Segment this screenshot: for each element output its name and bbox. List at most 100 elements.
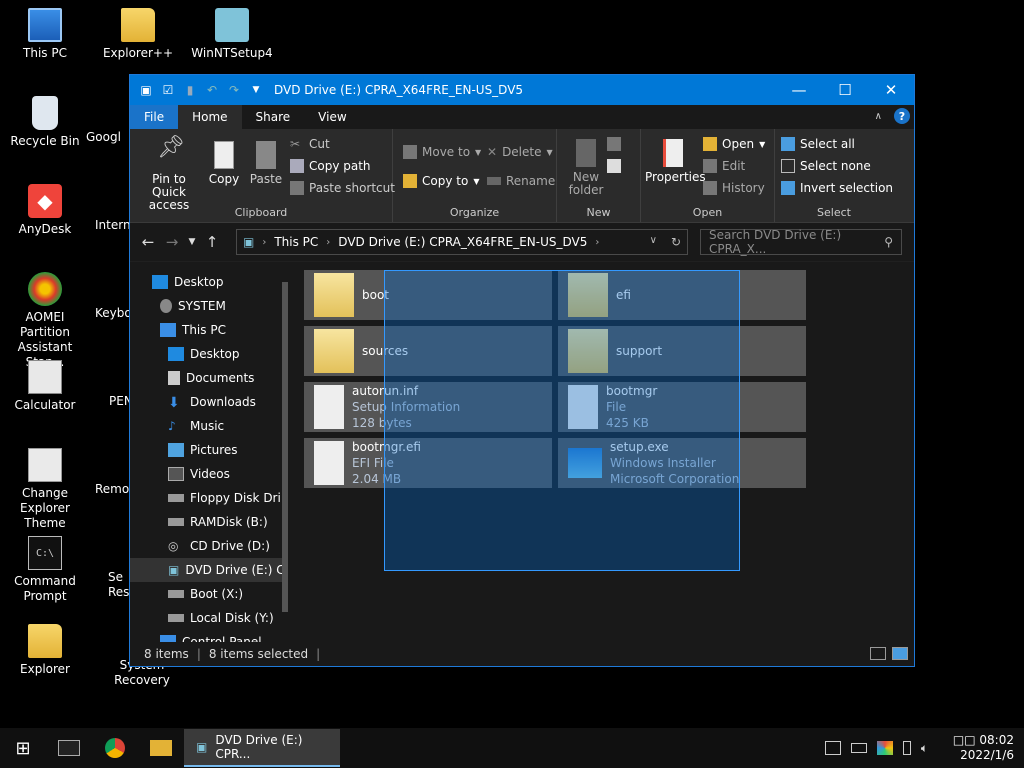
paste-button[interactable]: Paste [248,141,284,186]
copy-path-button[interactable]: Copy path [290,159,371,173]
recent-locations-button[interactable]: ▼ [184,237,200,247]
nav-item-desktop-sub[interactable]: Desktop [130,342,282,366]
desktop-icon-this-pc[interactable]: This PC [0,8,90,61]
nav-item-dvd-drive[interactable]: ▣ DVD Drive (E:) C [130,558,285,582]
desktop-icon-explorerpp[interactable]: Explorer++ [93,8,183,61]
nav-item-documents[interactable]: Documents [130,366,282,390]
usb-icon[interactable] [902,741,911,755]
invert-selection-button[interactable]: Invert selection [781,181,893,195]
file-tile[interactable]: setup.exe Windows Installer Microsoft Co… [558,438,806,488]
up-button[interactable]: ↑ [200,233,224,251]
maximize-button[interactable]: ☐ [822,75,868,105]
nav-item-floppy[interactable]: Floppy Disk Dri [130,486,282,510]
nav-item-pictures[interactable]: Pictures [130,438,282,462]
chrome-icon[interactable] [92,728,138,768]
help-icon[interactable]: ? [894,108,910,124]
chevron-down-icon[interactable]: ∨ [650,235,657,249]
chevron-down-icon: ▼ [473,176,480,186]
desktop-icon-keyboard[interactable]: Keybo [95,306,132,321]
copy-to-button[interactable]: Copy to ▼ [403,174,479,188]
properties-icon[interactable]: ☑ [160,82,176,98]
taskbar-item-explorer[interactable]: ▣ DVD Drive (E:) CPR... [184,729,340,767]
tab-share[interactable]: Share [242,105,305,129]
drive-icon: ▣ [243,235,255,249]
close-button[interactable]: ✕ [868,75,914,105]
file-tile[interactable]: bootmgr.efi EFI File 2.04 MB [304,438,552,488]
tiles-view-icon[interactable] [892,647,908,660]
desktop-icon-aomei[interactable]: AOMEI Partition Assistant Stan... [0,272,90,370]
back-button[interactable]: ← [136,233,160,251]
desktop-icon-command-prompt[interactable]: C:\ Command Prompt [0,536,90,604]
move-to-button[interactable]: Move to ▼ [403,145,481,159]
delete-button[interactable]: ✕ Delete ▼ [487,145,553,159]
new-item-button[interactable] [607,137,621,151]
paste-shortcut-button[interactable]: Paste shortcut [290,181,395,195]
desktop-icon-calculator[interactable]: Calculator [0,360,90,413]
desktop-icon-recycle-bin[interactable]: Recycle Bin [0,96,90,149]
nav-item-local-disk[interactable]: Local Disk (Y:) [130,606,282,630]
terminal-icon[interactable] [46,728,92,768]
cut-button[interactable]: ✂ Cut [290,137,330,151]
copy-button[interactable]: Copy [206,141,242,186]
tab-file[interactable]: File [130,105,179,129]
chevron-down-icon[interactable]: ▼ [248,82,264,98]
file-size: 128 bytes [352,416,412,430]
title-bar[interactable]: ▣ ☑ ▮ ↶ ↷ ▼ DVD Drive (E:) CPRA_X64FRE_E… [130,75,914,105]
breadcrumb-drive[interactable]: DVD Drive (E:) CPRA_X64FRE_EN-US_DV5 [338,235,587,249]
keyboard-icon[interactable] [850,743,867,753]
file-tile[interactable]: boot [304,270,552,320]
pin-quick-access-button[interactable]: 📌︎ Pin to Quick access [136,137,202,212]
collapse-ribbon-icon[interactable]: ∧ [875,111,882,122]
tab-view[interactable]: View [304,105,360,129]
forward-button[interactable]: → [160,233,184,251]
details-view-icon[interactable] [870,647,886,660]
desktop-icon-change-theme[interactable]: Change Explorer Theme [0,448,90,531]
edit-button[interactable]: Edit [703,159,745,173]
file-tile[interactable]: autorun.inf Setup Information 128 bytes [304,382,552,432]
select-none-button[interactable]: Select none [781,159,871,173]
file-tile[interactable]: bootmgr File 425 KB [558,382,806,432]
color-icon[interactable] [876,741,893,755]
new-folder-icon[interactable]: ▮ [182,82,198,98]
tab-home[interactable]: Home [178,105,242,129]
clock[interactable]: □□ 08:02 2022/1/6 [953,733,1014,763]
address-bar[interactable]: ▣ › This PC › DVD Drive (E:) CPRA_X64FRE… [236,229,688,255]
nav-item-cd-drive[interactable]: ◎ CD Drive (D:) [130,534,282,558]
undo-icon[interactable]: ↶ [204,82,220,98]
folder-icon[interactable] [138,728,184,768]
nav-item-downloads[interactable]: ⬇ Downloads [130,390,282,414]
selection-count: 8 items selected [208,647,309,661]
file-tile[interactable]: sources [304,326,552,376]
minimize-button[interactable]: — [776,75,822,105]
speaker-muted-icon[interactable]: 🔈︎ [921,741,937,755]
start-button[interactable]: ⊞ [0,728,46,768]
breadcrumb-this-pc[interactable]: This PC [274,235,318,249]
desktop-icon-internet[interactable]: Interne [95,218,138,233]
nav-item-ramdisk[interactable]: RAMDisk (B:) [130,510,282,534]
new-folder-button[interactable]: New folder [563,139,609,197]
desktop-icon-anydesk[interactable]: ◆ AnyDesk [0,184,90,237]
desktop-icon-remote[interactable]: Remot [95,482,134,497]
search-input[interactable]: Search DVD Drive (E:) CPRA_X... ⚲ [700,228,902,256]
calculator-icon [28,360,62,394]
easy-access-button[interactable] [607,159,621,173]
desktop-icon-explorer[interactable]: Explorer [0,624,90,677]
nav-item-music[interactable]: ♪ Music [130,414,282,438]
nav-item-boot[interactable]: Boot (X:) [130,582,282,606]
nav-item-system[interactable]: SYSTEM [130,294,282,318]
history-button[interactable]: History [703,181,765,195]
open-button[interactable]: Open ▼ [703,137,765,151]
properties-button[interactable]: Properties [645,139,706,184]
desktop-icon-winntsetup[interactable]: WinNTSetup4 [187,8,277,61]
network-icon[interactable] [824,741,841,755]
file-tile[interactable]: support [558,326,806,376]
desktop-icon-google[interactable]: Googl [86,130,130,145]
file-tile[interactable]: efi [558,270,806,320]
select-all-button[interactable]: Select all [781,137,855,151]
refresh-icon[interactable]: ↻ [671,235,681,249]
nav-item-desktop[interactable]: Desktop [130,270,282,294]
nav-item-videos[interactable]: Videos [130,462,282,486]
redo-icon[interactable]: ↷ [226,82,242,98]
rename-button[interactable]: Rename [487,174,555,188]
nav-item-this-pc[interactable]: This PC [130,318,282,342]
